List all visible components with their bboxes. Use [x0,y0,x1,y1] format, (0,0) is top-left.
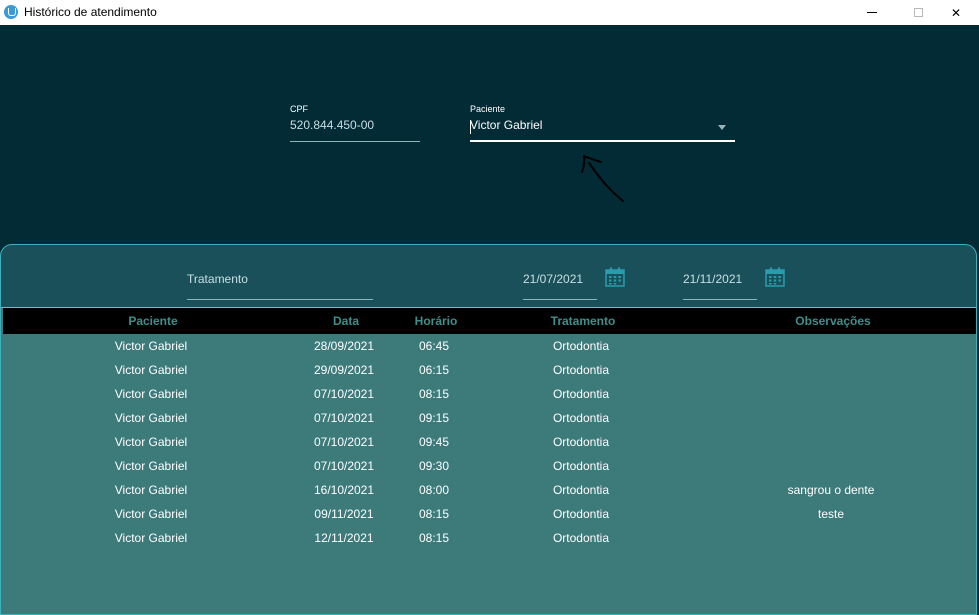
maximize-icon [913,8,923,17]
cell-horario: 06:45 [418,339,450,353]
history-panel: Tratamento 21/07/2021 21/11/2021 Pacient… [0,244,977,615]
column-header-tratamento[interactable]: Tratamento [523,314,643,328]
cell-data: 29/09/2021 [313,363,375,377]
table-row[interactable]: Victor Gabriel 12/11/2021 08:15 Ortodontia [1,526,976,550]
cell-horario: 09:30 [418,459,450,473]
close-button[interactable]: ✕ [933,0,979,25]
cell-observacoes: teste [817,507,844,521]
table-row[interactable]: Victor Gabriel 07/10/2021 09:45 Ortodontia [1,430,976,454]
cell-tratamento: Ortodontia [552,507,610,521]
table-row[interactable]: Victor Gabriel 09/11/2021 08:15 Ortodontia t… [1,502,976,526]
cell-horario: 08:15 [418,507,450,521]
table-row[interactable]: Victor Gabriel 16/10/2021 08:00 Ortodontia s… [1,478,976,502]
cell-data: 07/10/2021 [313,459,375,473]
close-icon: ✕ [950,5,962,20]
table-row[interactable]: Victor Gabriel 28/09/2021 06:45 Ortodontia [1,334,976,358]
table-row[interactable]: Victor Gabriel 07/10/2021 09:30 Ortodontia [1,454,976,478]
cell-tratamento: Ortodontia [552,363,610,377]
cell-horario: 08:00 [418,483,450,497]
minimize-button[interactable] [849,0,895,25]
date-to-input[interactable]: 21/11/2021 [683,262,757,300]
tratamento-filter-input[interactable]: Tratamento [187,262,373,300]
history-table[interactable]: Paciente Data Horário Tratamento Observa… [1,307,976,614]
cell-horario: 09:15 [418,411,450,425]
tooth-icon [4,5,18,19]
tratamento-placeholder: Tratamento [187,272,248,286]
date-from-input[interactable]: 21/07/2021 [523,262,597,300]
cell-tratamento: Ortodontia [552,387,610,401]
column-header-horario[interactable]: Horário [401,314,471,328]
calendar-icon[interactable] [605,267,625,287]
cell-paciente: Victor Gabriel [114,435,188,449]
paciente-combobox[interactable]: Paciente Victor Gabriel [470,104,735,142]
text-cursor [470,120,471,134]
column-header-data[interactable]: Data [296,314,396,328]
cell-tratamento: Ortodontia [552,483,610,497]
cell-horario: 06:15 [418,363,450,377]
table-row[interactable]: Victor Gabriel 07/10/2021 08:15 Ortodontia [1,382,976,406]
cell-data: 07/10/2021 [313,435,375,449]
cell-horario: 08:15 [418,387,450,401]
cell-horario: 08:15 [418,531,450,545]
minimize-icon [867,12,877,13]
cpf-value: 520.844.450-00 [290,118,375,132]
cell-paciente: Victor Gabriel [114,459,188,473]
cell-paciente: Victor Gabriel [114,363,188,377]
calendar-icon[interactable] [765,267,785,287]
cell-data: 28/09/2021 [313,339,375,353]
cell-paciente: Victor Gabriel [114,531,188,545]
table-row[interactable]: Victor Gabriel 29/09/2021 06:15 Ortodontia [1,358,976,382]
title-bar: Histórico de atendimento ✕ [0,0,979,25]
cell-tratamento: Ortodontia [552,339,610,353]
date-to-value: 21/11/2021 [683,272,743,286]
hand-drawn-arrow-annotation [581,155,624,202]
cell-paciente: Victor Gabriel [114,507,188,521]
cell-paciente: Victor Gabriel [114,483,188,497]
cell-data: 12/11/2021 [314,531,374,545]
column-header-paciente[interactable]: Paciente [93,314,213,328]
cell-data: 09/11/2021 [314,507,374,521]
cell-tratamento: Ortodontia [552,411,610,425]
cell-data: 16/10/2021 [313,483,375,497]
cell-tratamento: Ortodontia [552,435,610,449]
cell-paciente: Victor Gabriel [114,339,188,353]
cell-horario: 09:45 [418,435,450,449]
cell-tratamento: Ortodontia [552,531,610,545]
app-content: CPF 520.844.450-00 Paciente Victor Gabri… [0,25,979,615]
cell-tratamento: Ortodontia [552,459,610,473]
cell-data: 07/10/2021 [313,411,375,425]
cell-data: 07/10/2021 [313,387,375,401]
chevron-down-icon[interactable] [718,125,726,130]
paciente-value: Victor Gabriel [470,118,543,132]
cell-paciente: Victor Gabriel [114,411,188,425]
window-title: Histórico de atendimento [24,5,157,19]
cpf-field[interactable]: CPF 520.844.450-00 [290,104,420,142]
cell-observacoes: sangrou o dente [787,483,875,497]
cell-paciente: Victor Gabriel [114,387,188,401]
date-from-value: 21/07/2021 [523,272,584,286]
column-header-observacoes[interactable]: Observações [753,314,913,328]
table-row[interactable]: Victor Gabriel 07/10/2021 09:15 Ortodontia [1,406,976,430]
paciente-label: Paciente [470,104,506,114]
table-header: Paciente Data Horário Tratamento Observa… [3,308,976,334]
cpf-label: CPF [290,104,308,114]
